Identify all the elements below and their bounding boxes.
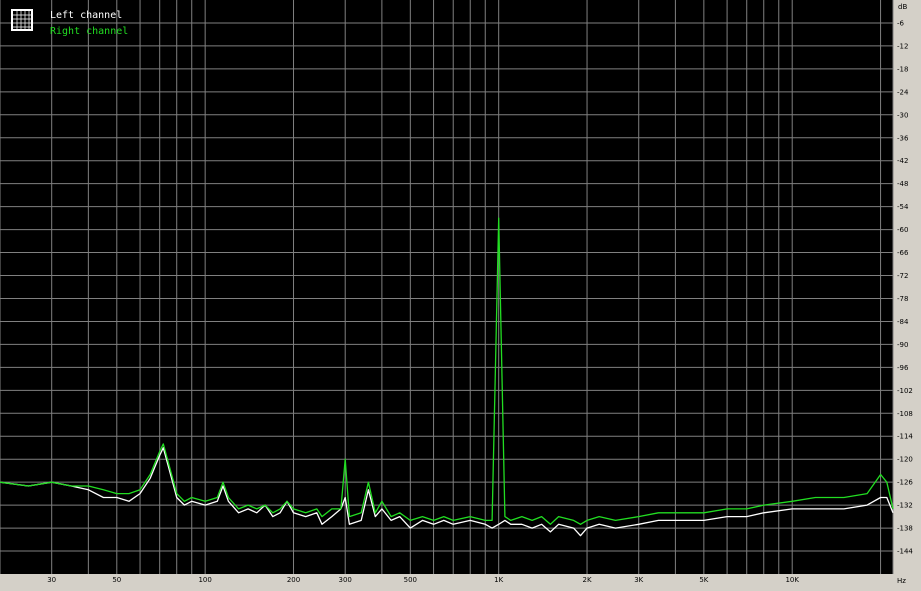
y-tick-label: -60 bbox=[897, 226, 908, 234]
y-tick-label: -36 bbox=[897, 134, 909, 142]
spectrum-chart: dB -6 -12 -18 -24 -30 -36 -42 -48 -54 -60 -66 -72 -7… bbox=[0, 0, 921, 591]
y-tick-label: -138 bbox=[897, 525, 913, 533]
y-tick-label: -144 bbox=[897, 548, 913, 556]
y-tick-label: -72 bbox=[897, 272, 908, 280]
y-tick-label: -132 bbox=[897, 502, 913, 510]
y-unit-label: dB bbox=[898, 3, 907, 11]
legend-right-channel: Right channel bbox=[50, 26, 128, 37]
x-tick-label: 50 bbox=[112, 576, 121, 584]
y-tick-label: -30 bbox=[897, 111, 908, 119]
legend-grid-icon[interactable] bbox=[11, 9, 33, 31]
x-tick-label: 10K bbox=[785, 576, 799, 584]
plot-background bbox=[0, 0, 893, 574]
y-tick-label: -42 bbox=[897, 157, 908, 165]
y-tick-label: -48 bbox=[897, 180, 908, 188]
y-tick-label: -96 bbox=[897, 364, 909, 372]
y-tick-label: -54 bbox=[897, 203, 909, 211]
x-tick-label: 300 bbox=[339, 576, 352, 584]
y-tick-label: -126 bbox=[897, 479, 913, 487]
y-tick-label: -6 bbox=[897, 19, 905, 27]
y-tick-label: -90 bbox=[897, 341, 908, 349]
x-tick-label: 5K bbox=[699, 576, 708, 584]
y-tick-label: -102 bbox=[897, 387, 913, 395]
legend-left-channel: Left channel bbox=[50, 10, 122, 21]
y-tick-label: -12 bbox=[897, 42, 908, 50]
y-tick-label: -120 bbox=[897, 456, 913, 464]
y-tick-label: -108 bbox=[897, 410, 913, 418]
x-tick-label: 1K bbox=[494, 576, 503, 584]
x-tick-label: 100 bbox=[198, 576, 211, 584]
x-tick-label: 2K bbox=[583, 576, 592, 584]
y-tick-label: -18 bbox=[897, 65, 908, 73]
x-tick-label: 30 bbox=[47, 576, 56, 584]
y-tick-label: -24 bbox=[897, 88, 909, 96]
x-tick-label: 200 bbox=[287, 576, 300, 584]
y-tick-label: -66 bbox=[897, 249, 909, 257]
x-tick-label: 3K bbox=[634, 576, 643, 584]
x-tick-label: 500 bbox=[404, 576, 417, 584]
y-tick-label: -78 bbox=[897, 295, 908, 303]
y-tick-label: -84 bbox=[897, 318, 909, 326]
x-unit-label: Hz bbox=[897, 577, 906, 585]
y-tick-label: -114 bbox=[897, 433, 913, 441]
